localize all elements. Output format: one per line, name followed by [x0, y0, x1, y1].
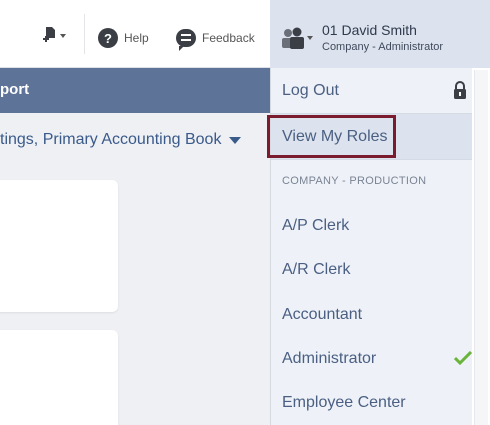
role-item-ap-clerk[interactable]: A/P Clerk [271, 203, 473, 248]
role-label: Accountant [282, 305, 363, 323]
feedback-icon [176, 29, 196, 51]
page-title: port [0, 81, 30, 98]
menu-separator [271, 159, 473, 160]
chevron-down-icon [229, 136, 242, 144]
page-title-bar: port [0, 68, 270, 113]
section-header: COMPANY - PRODUCTION [282, 175, 427, 187]
subsidiary-selector[interactable]: tings, Primary Accounting Book [0, 131, 242, 149]
dashboard-card [0, 180, 118, 312]
role-label: A/R Clerk [282, 260, 351, 278]
lock-icon [454, 81, 466, 99]
role-label: Administrator [282, 349, 377, 367]
toolbar-divider [84, 14, 85, 54]
role-label: Employee Center [282, 393, 406, 411]
help-button[interactable]: ? Help [98, 28, 149, 48]
role-item-ar-clerk[interactable]: A/R Clerk [271, 247, 473, 292]
role-item-accountant[interactable]: Accountant [271, 292, 473, 337]
role-dropdown: Log Out View My Roles COMPANY - PRODUCTI… [270, 68, 473, 425]
view-my-roles-label: View My Roles [282, 127, 388, 145]
user-role-menu[interactable]: 01 David Smith Company - Administrator [270, 0, 490, 68]
checkmark-icon [454, 351, 472, 365]
create-new-icon [43, 27, 66, 42]
subsidiary-label: tings, Primary Accounting Book [0, 131, 222, 148]
logout-label: Log Out [282, 81, 339, 99]
role-label: A/P Clerk [282, 216, 350, 234]
role-item-employee-center[interactable]: Employee Center [271, 380, 473, 425]
feedback-label: Feedback [202, 31, 255, 45]
scrollbar-thumb[interactable] [474, 70, 488, 425]
create-new-menu[interactable] [42, 26, 68, 46]
role-item-administrator[interactable]: Administrator [271, 336, 473, 381]
logout-item[interactable]: Log Out [271, 68, 473, 113]
dashboard-card [0, 330, 118, 425]
users-icon [282, 27, 313, 49]
user-name: 01 David Smith [322, 22, 417, 38]
view-my-roles-item[interactable]: View My Roles [271, 114, 473, 159]
user-role: Company - Administrator [322, 41, 444, 53]
feedback-button[interactable]: Feedback [176, 29, 255, 51]
help-label: Help [124, 31, 149, 45]
help-icon: ? [98, 28, 118, 48]
